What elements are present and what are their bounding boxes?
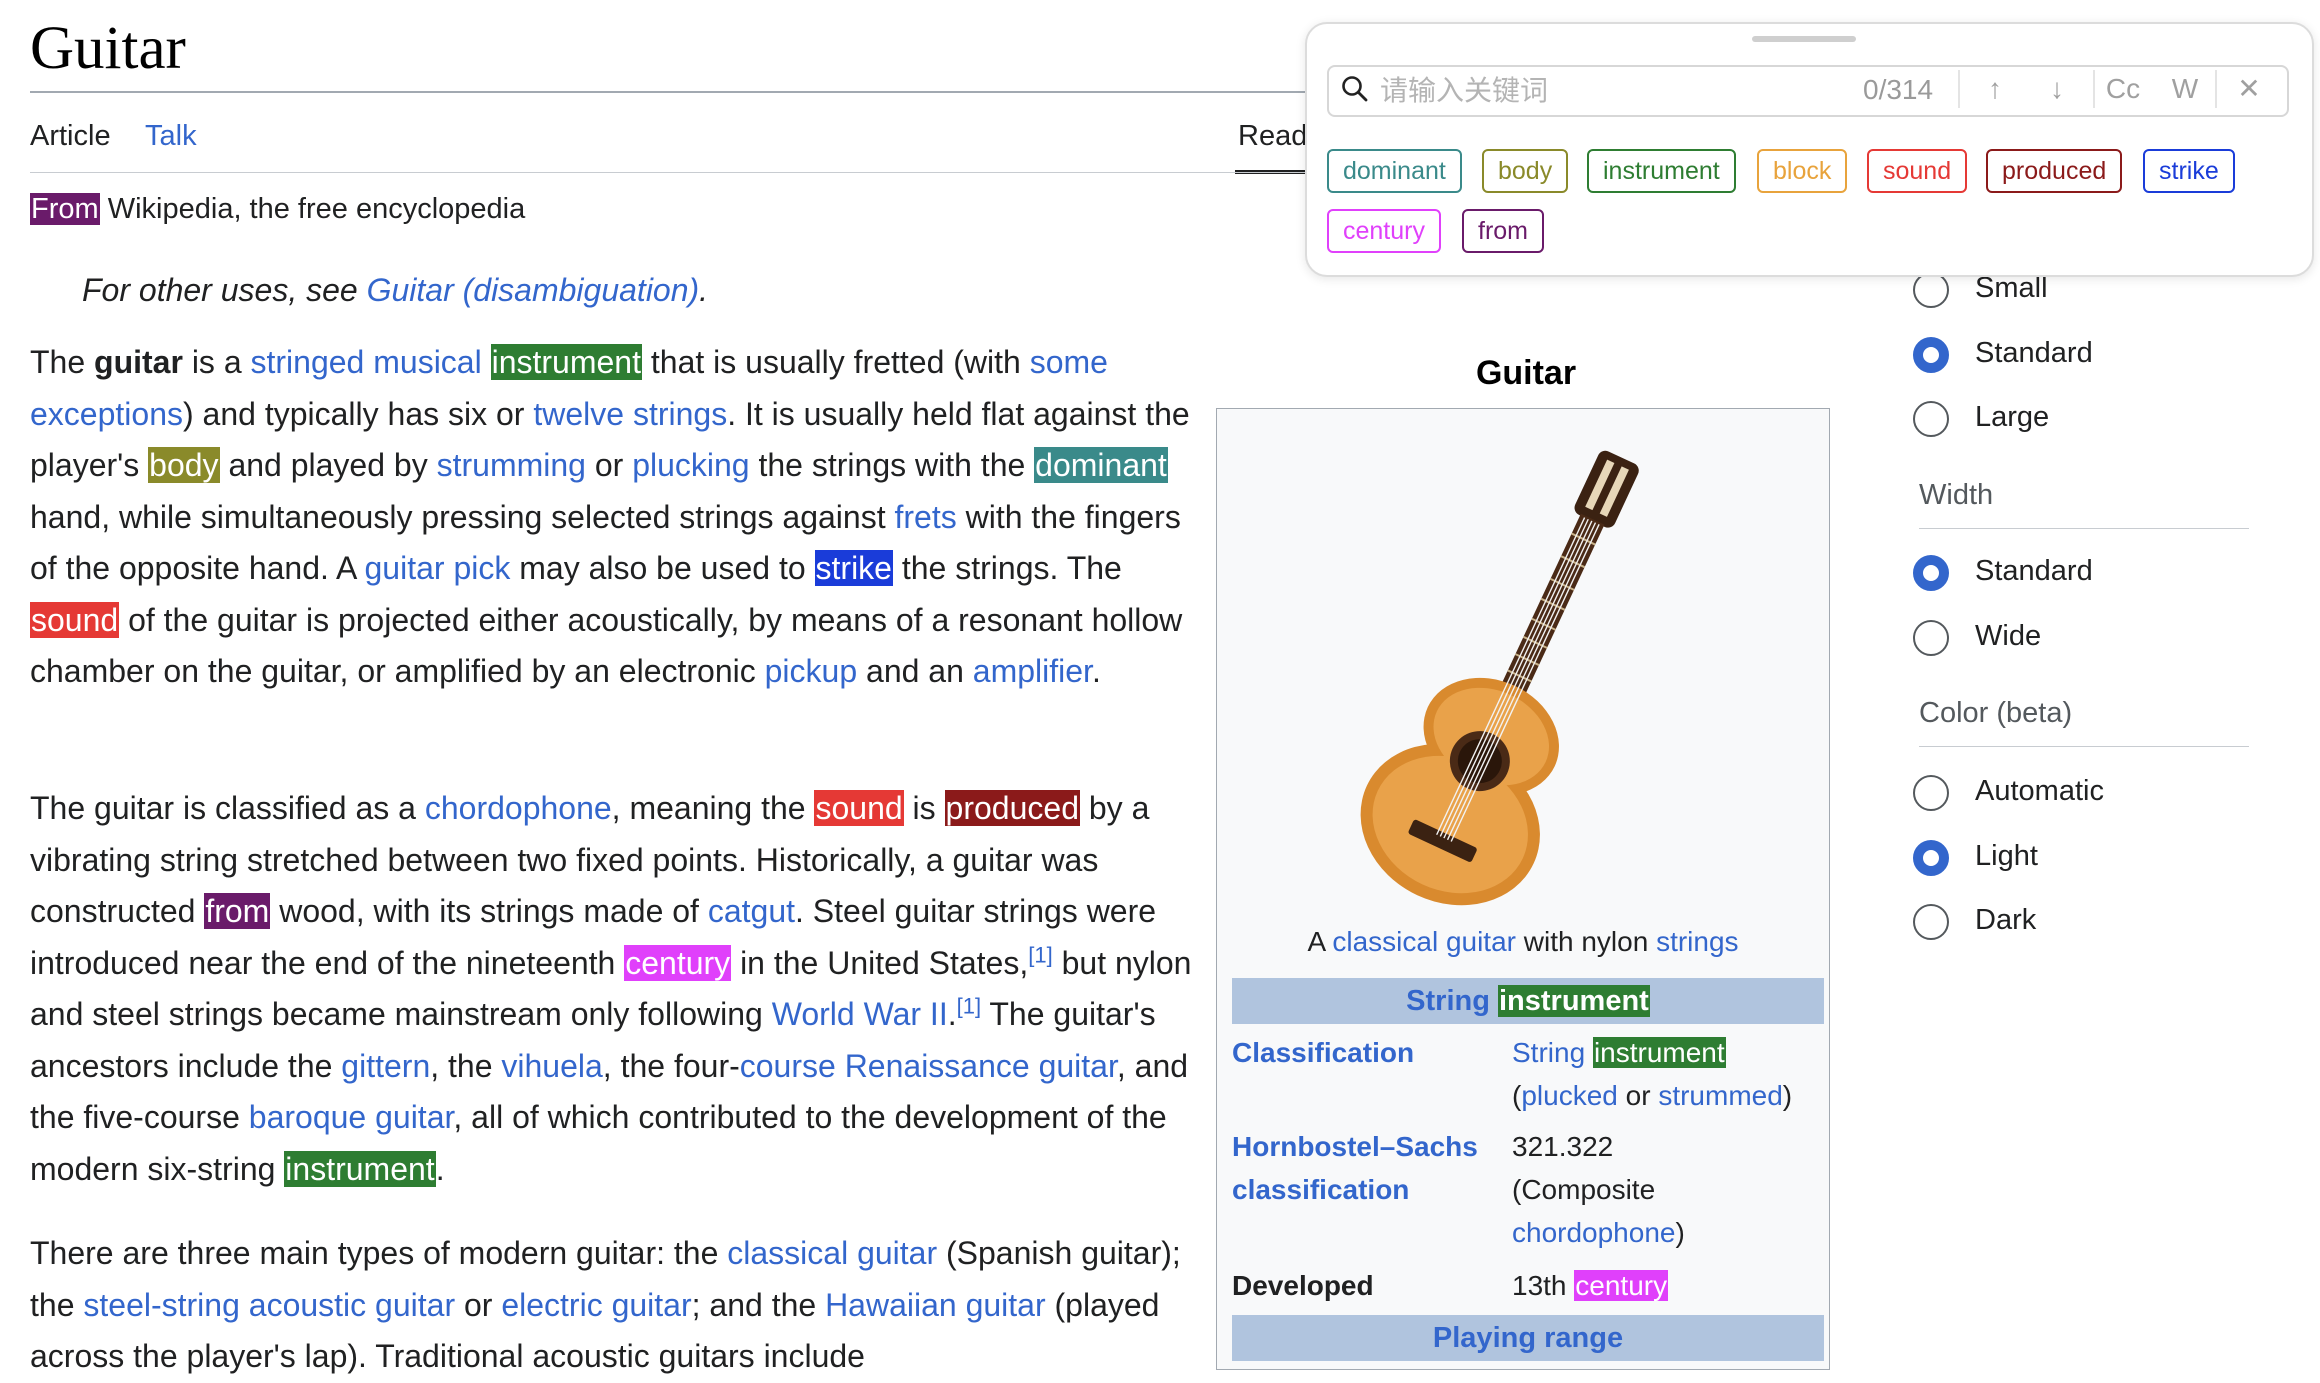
radio-color-light[interactable] [1913, 840, 1949, 876]
link-classical-guitar[interactable]: classical guitar [1332, 926, 1516, 957]
search-icon [1342, 76, 1368, 102]
keyword-chip-strike[interactable]: strike [2143, 149, 2235, 193]
radio-text-small[interactable] [1913, 272, 1949, 308]
section-divider [1919, 746, 2249, 747]
highlight-from: From [30, 193, 100, 225]
infobox-title: Guitar [1475, 354, 1577, 392]
keyword-chip-century[interactable]: century [1327, 209, 1441, 253]
separator [2093, 70, 2095, 108]
infobox-label-developed: Developed [1232, 1270, 1374, 1301]
section-color-title: Color (beta) [1919, 697, 2073, 729]
radio-text-large[interactable] [1913, 401, 1949, 437]
link-strings[interactable]: strings [1656, 926, 1738, 957]
whole-word-button[interactable]: W [2163, 70, 2207, 108]
close-icon[interactable]: ✕ [2224, 70, 2274, 108]
infobox-header-string-instrument[interactable]: String instrument [1232, 978, 1824, 1024]
radio-width-wide[interactable] [1913, 620, 1949, 656]
radio-label-automatic: Automatic [1975, 775, 2104, 807]
radio-color-dark[interactable] [1913, 904, 1949, 940]
title-divider [30, 91, 1310, 93]
radio-label-light: Light [1975, 840, 2038, 872]
keyword-chip-body[interactable]: body [1482, 149, 1569, 193]
tab-read[interactable]: Read [1238, 120, 1307, 153]
tagline: From Wikipedia, the free encyclopedia [30, 193, 526, 225]
keyword-chip-block[interactable]: block [1757, 149, 1848, 193]
radio-label-standard: Standard [1975, 337, 2093, 369]
section-width-title: Width [1919, 479, 1994, 511]
radio-label-dark: Dark [1975, 904, 2037, 936]
keyword-chip-dominant[interactable]: dominant [1327, 149, 1462, 193]
infobox-label-hornbostel-sachs: Hornbostel–Sachs classification [1232, 1131, 1478, 1205]
radio-text-standard[interactable] [1913, 337, 1949, 373]
article-paragraph-2: The guitar is classified as a chordophon… [30, 790, 1192, 1187]
radio-label-large: Large [1975, 401, 2050, 433]
tab-article[interactable]: Article [30, 120, 111, 153]
drag-handle[interactable] [1752, 36, 1856, 42]
search-input[interactable] [1380, 70, 1850, 110]
article-paragraph-3: There are three main types of modern gui… [30, 1235, 1181, 1374]
keyword-chip-instrument[interactable]: instrument [1587, 149, 1736, 193]
radio-color-automatic[interactable] [1913, 775, 1949, 811]
hatnote: For other uses, see Guitar (disambiguati… [82, 272, 709, 308]
radio-width-standard[interactable] [1913, 555, 1949, 591]
radio-label-width-wide: Wide [1975, 620, 2042, 652]
next-match-button[interactable]: ↓ [2032, 70, 2082, 108]
infobox-label-classification: Classification [1232, 1037, 1415, 1068]
keyword-chip-from[interactable]: from [1462, 209, 1544, 253]
infobox-value-developed: 13th century [1512, 1270, 1669, 1301]
radio-label-width-standard: Standard [1975, 555, 2093, 587]
guitar-image[interactable] [1360, 425, 1680, 925]
prev-match-button[interactable]: ↑ [1970, 70, 2020, 108]
infobox-value-hornbostel-sachs: 321.322 (Composite chordophone) [1512, 1131, 1685, 1248]
infobox-value-classification: String instrument (plucked or strummed) [1512, 1037, 1793, 1111]
infobox-image-caption: A classical guitar with nylon strings [1307, 926, 1739, 957]
section-divider [1919, 528, 2249, 529]
match-case-button[interactable]: Cc [2098, 70, 2148, 108]
separator [1958, 70, 1960, 108]
tabs-divider [30, 172, 1310, 173]
page-title: Guitar [30, 15, 186, 82]
match-counter: 0/314 [1863, 74, 1934, 105]
article-paragraph-1: The guitar is a stringed musical instrum… [30, 344, 1190, 689]
keyword-chip-sound[interactable]: sound [1867, 149, 1968, 193]
infobox-header-playing-range[interactable]: Playing range [1232, 1315, 1824, 1361]
keyword-chip-produced[interactable]: produced [1986, 149, 2123, 193]
disambiguation-link[interactable]: Guitar (disambiguation) [367, 272, 700, 308]
tab-talk[interactable]: Talk [145, 120, 197, 153]
separator [2215, 70, 2217, 108]
